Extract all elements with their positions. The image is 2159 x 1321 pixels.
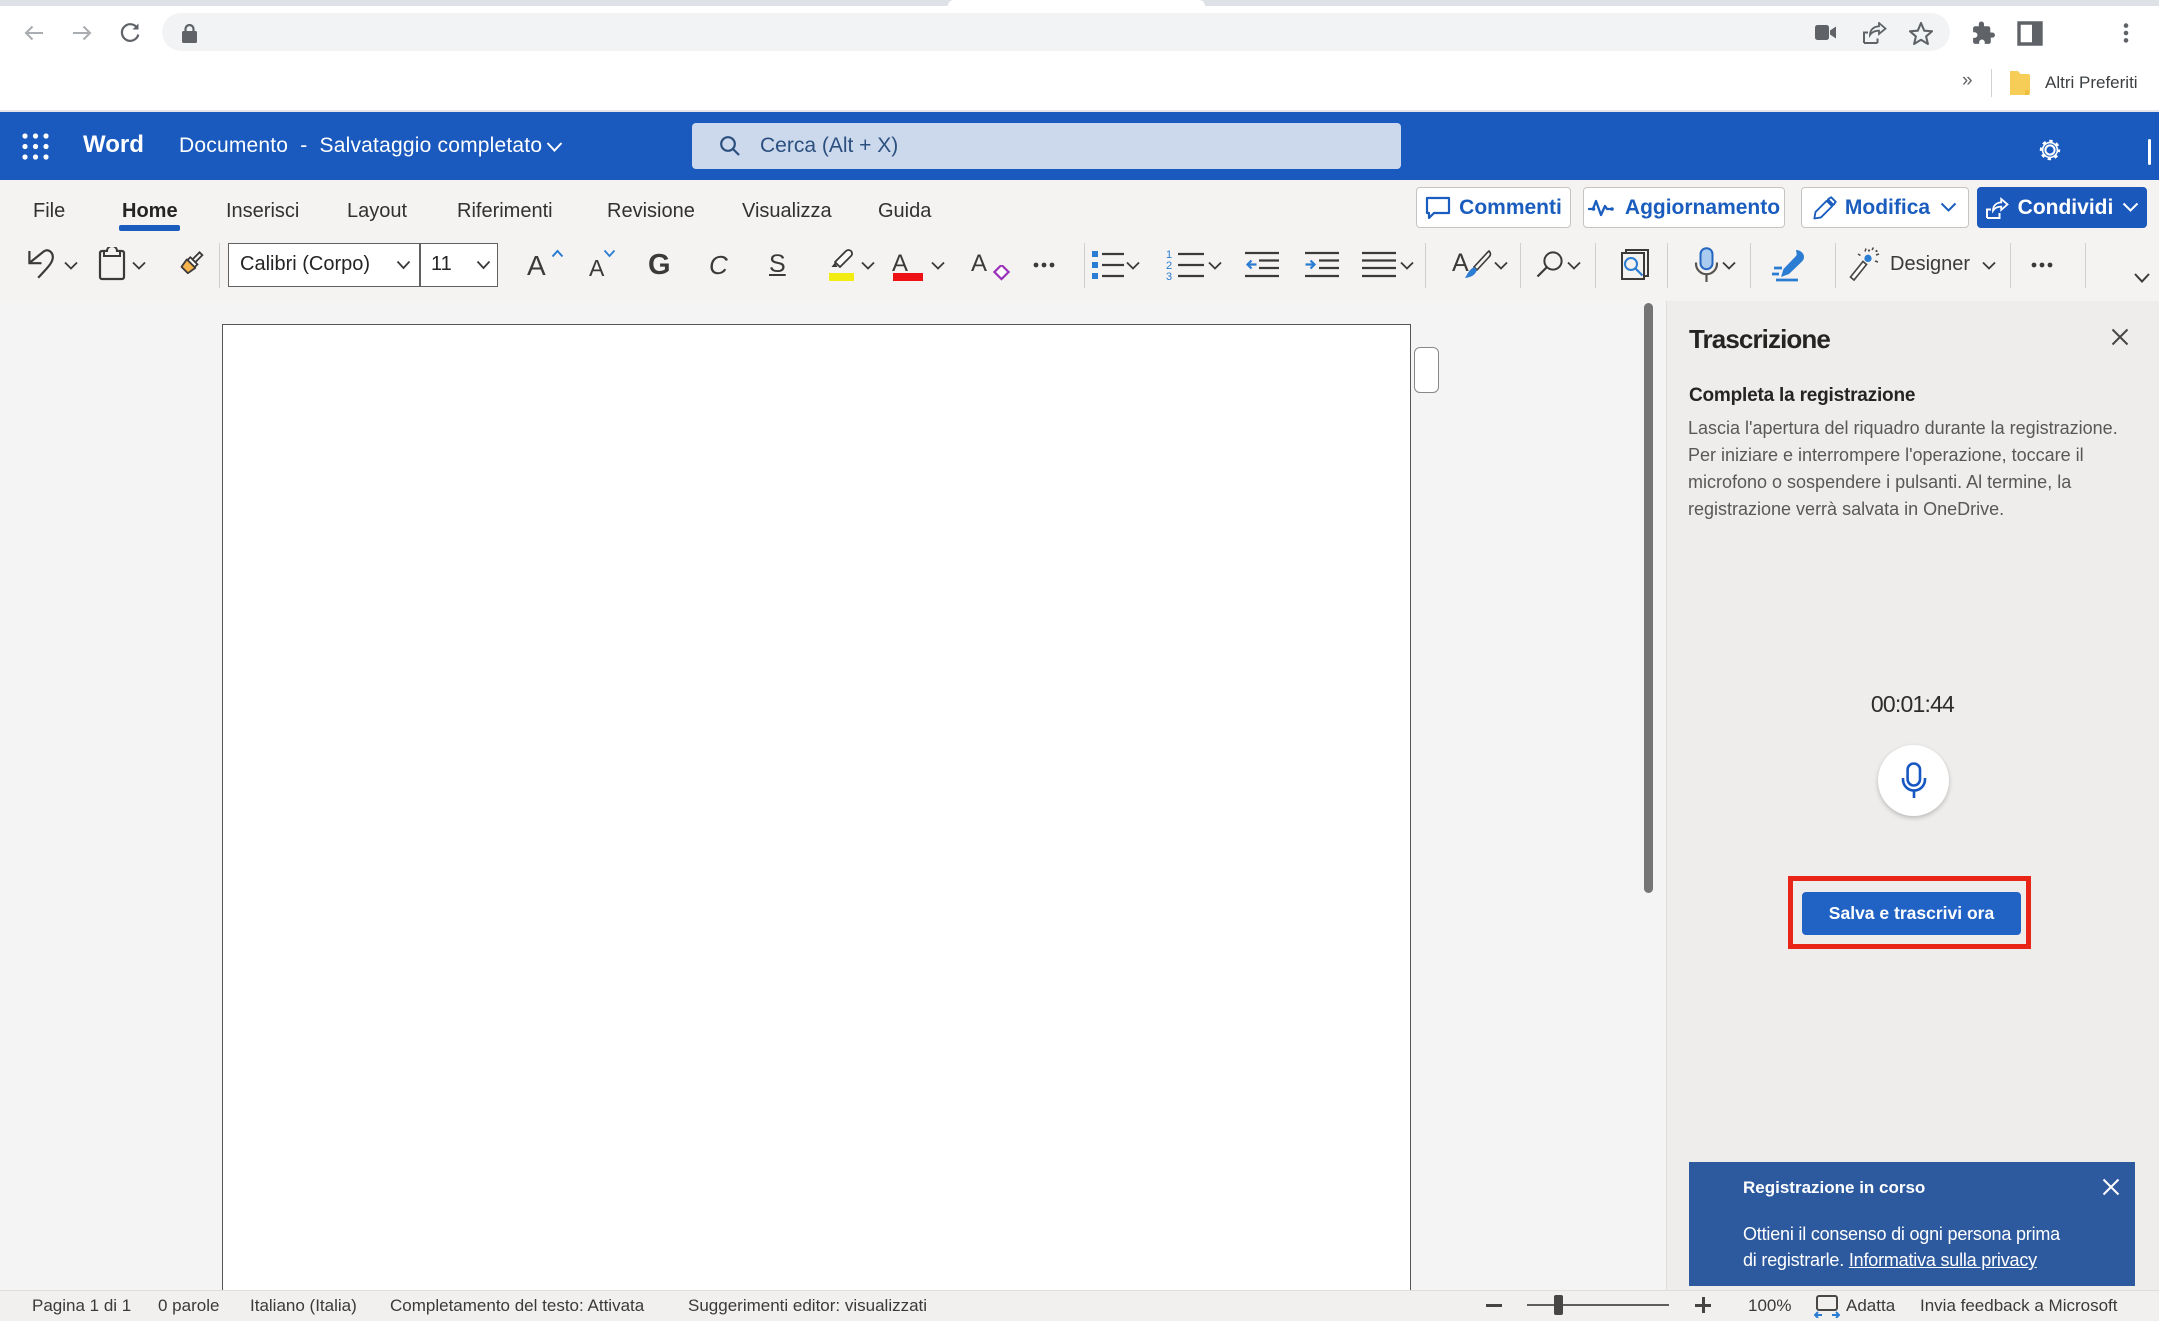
- svg-text:3: 3: [1166, 271, 1172, 280]
